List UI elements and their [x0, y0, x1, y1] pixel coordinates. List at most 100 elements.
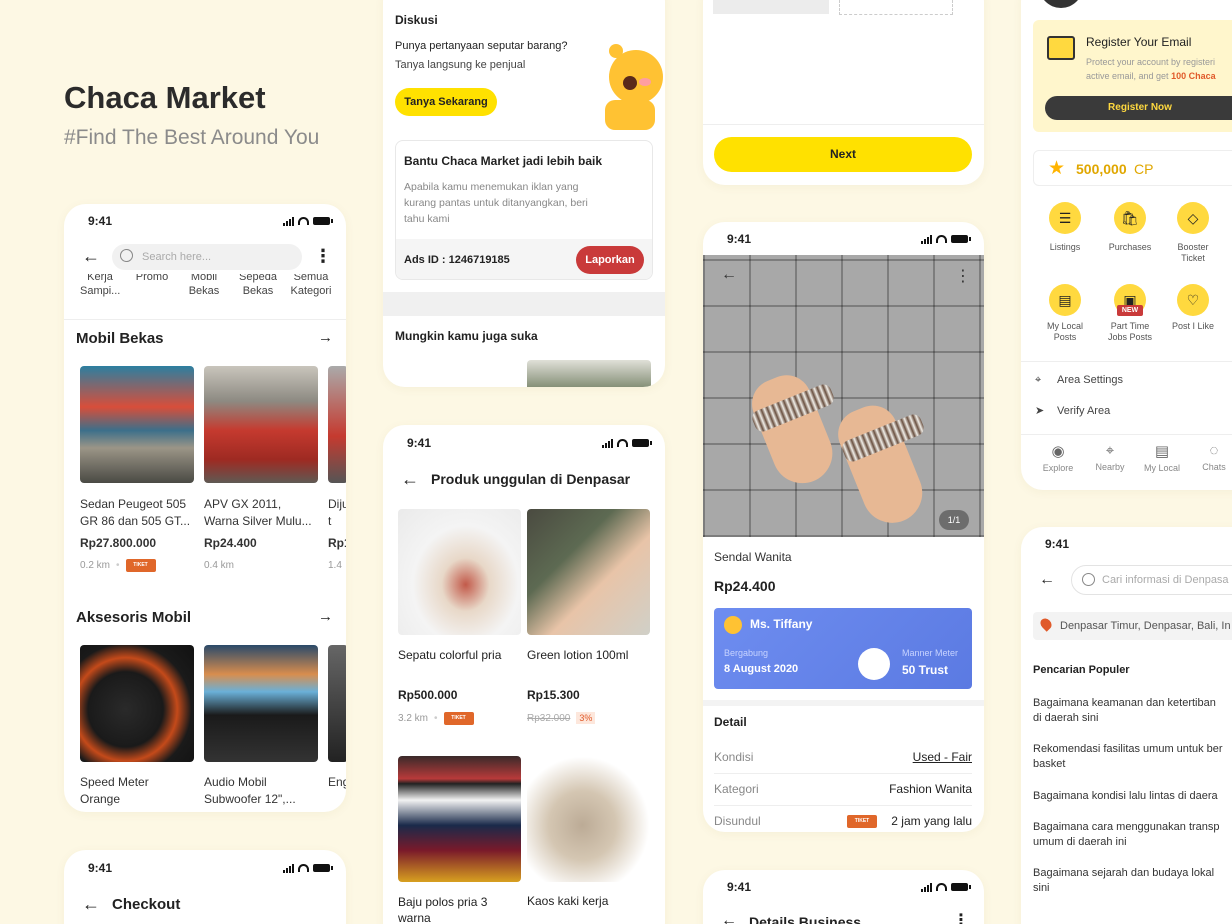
question-subtext: Tanya langsung ke penjual: [395, 59, 526, 71]
detail-key: Kondisi: [714, 750, 754, 764]
back-arrow-icon[interactable]: ←: [721, 912, 737, 924]
booster-ticket-icon[interactable]: ◇: [1177, 202, 1209, 234]
detail-heading: Detail: [714, 715, 747, 729]
register-reward: 100 Chaca: [1171, 71, 1216, 81]
wifi-icon: [617, 439, 628, 447]
category-semua[interactable]: Semua Kategori: [288, 274, 334, 302]
report-button[interactable]: Laporkan: [576, 246, 644, 274]
nav-label: My Local: [1143, 463, 1180, 473]
product-name: Sendal Wanita: [714, 550, 792, 564]
signal-icon: [283, 863, 294, 873]
product-price: Rp24.400: [714, 578, 776, 594]
verify-area-item[interactable]: ➤ Verify Area: [1035, 404, 1110, 417]
popular-search-item[interactable]: Bagaimana sejarah dan budaya lokal sini: [1033, 866, 1214, 896]
product-card[interactable]: APV GX 2011, Warna Silver Mulu... Rp24.4…: [204, 496, 312, 574]
register-text: active email, and get 100 Chaca: [1086, 71, 1216, 81]
points-unit: CP: [1134, 161, 1154, 177]
popular-search-line: umum di daerah ini: [1033, 836, 1127, 848]
nav-chats[interactable]: ◌ Chats: [1189, 442, 1232, 472]
product-image-car-1[interactable]: [80, 366, 194, 483]
popular-search-item[interactable]: Rekomendasi fasilitas umum untuk ber bask…: [1033, 742, 1223, 772]
product-name-line: Baju polos pria 3: [398, 895, 488, 909]
back-arrow-icon[interactable]: ←: [401, 469, 419, 490]
product-card[interactable]: Sedan Peugeot 505 GR 86 dan 505 GT... Rp…: [80, 496, 190, 574]
arrow-right-icon[interactable]: →: [318, 608, 333, 625]
popular-search-item[interactable]: Bagaimana cara menggunakan transp umum di…: [1033, 820, 1220, 850]
popular-search-item[interactable]: Bagaimana keamanan dan ketertiban di daer…: [1033, 696, 1216, 726]
category-label: Kerja: [87, 274, 113, 283]
product-image-tshirts[interactable]: [398, 756, 521, 882]
more-menu-icon[interactable]: ⋮: [953, 910, 969, 924]
status-bar: 9:41: [1021, 527, 1232, 561]
product-card[interactable]: Audio Mobil Subwoofer 12",...: [204, 774, 296, 808]
back-arrow-icon[interactable]: ←: [82, 894, 100, 915]
wifi-icon: [298, 217, 309, 225]
category-label: Semua: [293, 274, 329, 283]
product-image-engine[interactable]: [328, 645, 346, 762]
area-settings-item[interactable]: ⌖ Area Settings: [1035, 374, 1123, 387]
suggestion-image[interactable]: [527, 360, 651, 387]
category-promo[interactable]: Promo: [132, 274, 172, 302]
next-button[interactable]: Next: [714, 137, 972, 172]
product-name: Sedan Peugeot 505: [80, 497, 187, 511]
product-distance: 0.2 km: [80, 560, 111, 571]
old-price: Rp32.000: [527, 712, 571, 724]
product-card[interactable]: Eng: [328, 774, 346, 791]
product-image-car-2[interactable]: [204, 366, 318, 483]
search-input[interactable]: Cari informasi di Denpasa: [1071, 565, 1232, 595]
register-now-button[interactable]: Register Now: [1045, 96, 1232, 120]
listings-icon[interactable]: ☰: [1049, 202, 1081, 234]
wifi-icon: [936, 235, 947, 243]
ask-now-button[interactable]: Tanya Sekarang: [395, 88, 497, 116]
report-text: tahu kami: [404, 213, 450, 225]
back-arrow-icon[interactable]: ←: [82, 246, 100, 267]
product-image-car-3[interactable]: [328, 366, 346, 483]
product-image-lotion[interactable]: [527, 509, 650, 635]
product-name: t: [328, 514, 332, 528]
battery-icon: [951, 235, 971, 243]
category-mobil-bekas[interactable]: Mobil Bekas: [184, 274, 224, 302]
product-image-socks[interactable]: [527, 756, 650, 882]
status-bar: 9:41: [64, 204, 346, 238]
status-time: 9:41: [727, 880, 752, 894]
search-input[interactable]: Search here...: [112, 244, 302, 270]
back-arrow-icon[interactable]: ←: [1039, 571, 1055, 589]
discount-badge: 3%: [576, 712, 596, 724]
category-sepeda-bekas[interactable]: Sepeda Bekas: [236, 274, 280, 302]
status-time: 9:41: [88, 214, 113, 228]
product-card[interactable]: Diju t Rp1 1.4: [328, 496, 346, 574]
report-box: Bantu Chaca Market jadi lebih baik Apabi…: [395, 140, 653, 280]
status-time: 9:41: [727, 232, 752, 246]
back-arrow-icon[interactable]: ←: [721, 266, 737, 284]
register-text: Protect your account by registeri: [1086, 57, 1216, 67]
product-image-speedometer[interactable]: [80, 645, 194, 762]
post-i-like-icon[interactable]: ♡: [1177, 284, 1209, 316]
points-card[interactable]: ★ 500,000 CP: [1033, 150, 1232, 186]
nav-label: Nearby: [1095, 462, 1125, 472]
menu-label: Listings: [1033, 242, 1097, 253]
nav-my-local[interactable]: ▤ My Local: [1137, 442, 1187, 473]
more-menu-icon[interactable]: ⋮: [955, 266, 971, 286]
product-card[interactable]: Speed Meter Orange: [80, 774, 149, 808]
product-image-audio[interactable]: [204, 645, 318, 762]
nav-nearby[interactable]: ⌖ Nearby: [1085, 442, 1135, 472]
popular-search-item[interactable]: Bagaimana kondisi lalu lintas di daera: [1033, 789, 1218, 804]
manner-meter-icon: [858, 648, 890, 680]
arrow-right-icon[interactable]: →: [318, 329, 333, 346]
status-time: 9:41: [407, 436, 432, 450]
nav-explore[interactable]: ◉ Explore: [1033, 442, 1083, 473]
purchases-icon[interactable]: 🛍: [1114, 202, 1146, 234]
more-menu-icon[interactable]: ⋮: [314, 246, 332, 267]
category-kerja[interactable]: Kerja Sampi...: [80, 274, 120, 302]
search-placeholder: Search here...: [142, 251, 212, 263]
detail-value: Fashion Wanita: [889, 782, 972, 796]
product-name: APV GX 2011,: [204, 497, 282, 511]
my-local-posts-icon[interactable]: ▤: [1049, 284, 1081, 316]
product-image-sneakers[interactable]: [398, 509, 521, 635]
seller-card[interactable]: Ms. Tiffany Bergabung 8 August 2020 Mann…: [714, 608, 972, 689]
condition-link[interactable]: Used - Fair: [913, 750, 972, 764]
category-label: Sepeda: [239, 274, 277, 283]
search-icon: [120, 249, 133, 262]
upload-placeholder[interactable]: [839, 0, 953, 15]
location-filter[interactable]: Denpasar Timur, Denpasar, Bali, In: [1033, 612, 1232, 640]
